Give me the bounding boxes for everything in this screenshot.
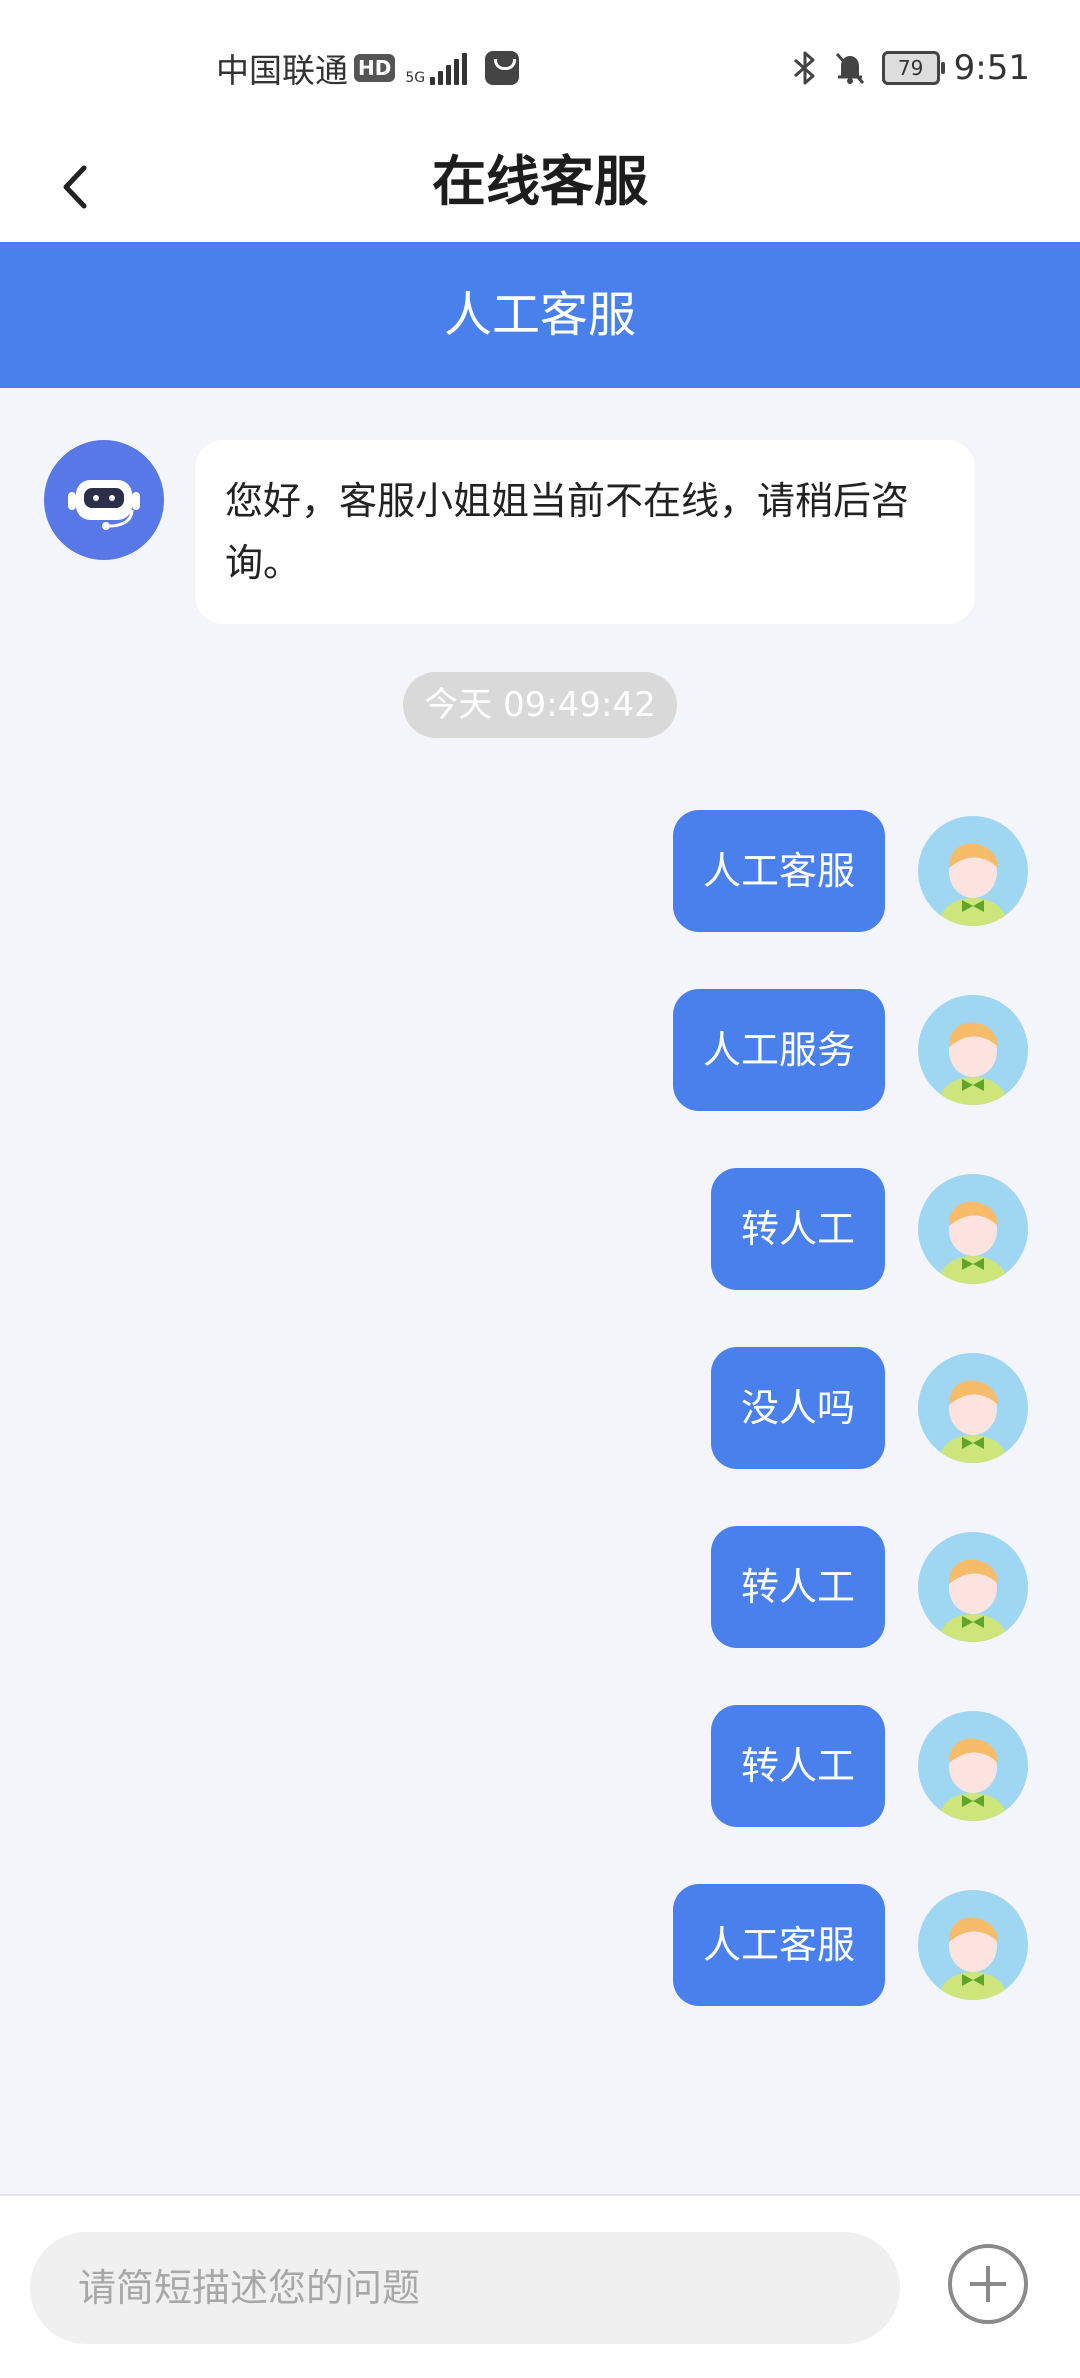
- mute-bell-icon: [835, 52, 864, 85]
- user-message-row: 人工客服: [0, 1884, 1080, 2006]
- user-message-row: 转人工: [0, 1705, 1080, 1827]
- status-bar: 中国联通 HD 5G 79 9:51: [0, 0, 1080, 132]
- robot-icon: [68, 480, 140, 530]
- shopping-bag-icon: [485, 51, 520, 85]
- user-avatar: [918, 1174, 1028, 1284]
- user-avatar: [918, 995, 1028, 1105]
- status-left: 中国联通 HD 5G: [216, 46, 520, 90]
- user-message-bubble: 人工服务: [672, 989, 885, 1111]
- user-avatar-icon: [938, 1201, 1008, 1284]
- message-input[interactable]: [30, 2232, 900, 2344]
- user-message-row: 人工客服: [0, 810, 1080, 932]
- hd-badge: HD: [354, 54, 396, 82]
- bot-message-bubble: 您好，客服小姐姐当前不在线，请稍后咨询。: [195, 440, 975, 624]
- user-avatar: [918, 1711, 1028, 1821]
- nav-bar: 在线客服: [0, 132, 1080, 242]
- status-right: 79 9:51: [792, 46, 1030, 90]
- user-message-row: 转人工: [0, 1526, 1080, 1648]
- signal-icon: 5G: [405, 51, 468, 86]
- timestamp-chip: 今天 09:49:42: [403, 672, 677, 738]
- user-message-bubble: 人工客服: [672, 810, 885, 932]
- user-avatar-icon: [938, 1738, 1008, 1821]
- add-icon[interactable]: [948, 2244, 1028, 2324]
- user-message-row: 没人吗: [0, 1347, 1080, 1469]
- user-avatar: [918, 1532, 1028, 1642]
- user-message-row: 转人工: [0, 1168, 1080, 1290]
- user-message-bubble: 没人吗: [710, 1347, 885, 1469]
- user-message-bubble: 转人工: [710, 1705, 885, 1827]
- bluetooth-icon: [793, 51, 815, 85]
- message-composer: [0, 2194, 1080, 2378]
- user-avatar-icon: [938, 843, 1008, 926]
- tab-human-service[interactable]: 人工客服: [0, 242, 1080, 388]
- carrier-label: 中国联通: [216, 51, 348, 90]
- user-avatar-icon: [938, 1022, 1008, 1105]
- user-avatar: [918, 1353, 1028, 1463]
- user-message-bubble: 转人工: [710, 1168, 885, 1290]
- user-message-bubble: 人工客服: [672, 1884, 885, 2006]
- user-avatar-icon: [938, 1380, 1008, 1463]
- user-avatar-icon: [938, 1559, 1008, 1642]
- network-label: 5G: [405, 70, 426, 86]
- page-title: 在线客服: [432, 150, 648, 213]
- user-message-bubble: 转人工: [710, 1526, 885, 1648]
- battery-icon: 79: [881, 51, 945, 85]
- user-avatar-icon: [938, 1917, 1008, 2000]
- clock: 9:51: [953, 48, 1030, 88]
- user-avatar: [918, 1890, 1028, 2000]
- user-message-row: 人工服务: [0, 989, 1080, 1111]
- bot-avatar: [44, 440, 164, 560]
- user-avatar: [918, 816, 1028, 926]
